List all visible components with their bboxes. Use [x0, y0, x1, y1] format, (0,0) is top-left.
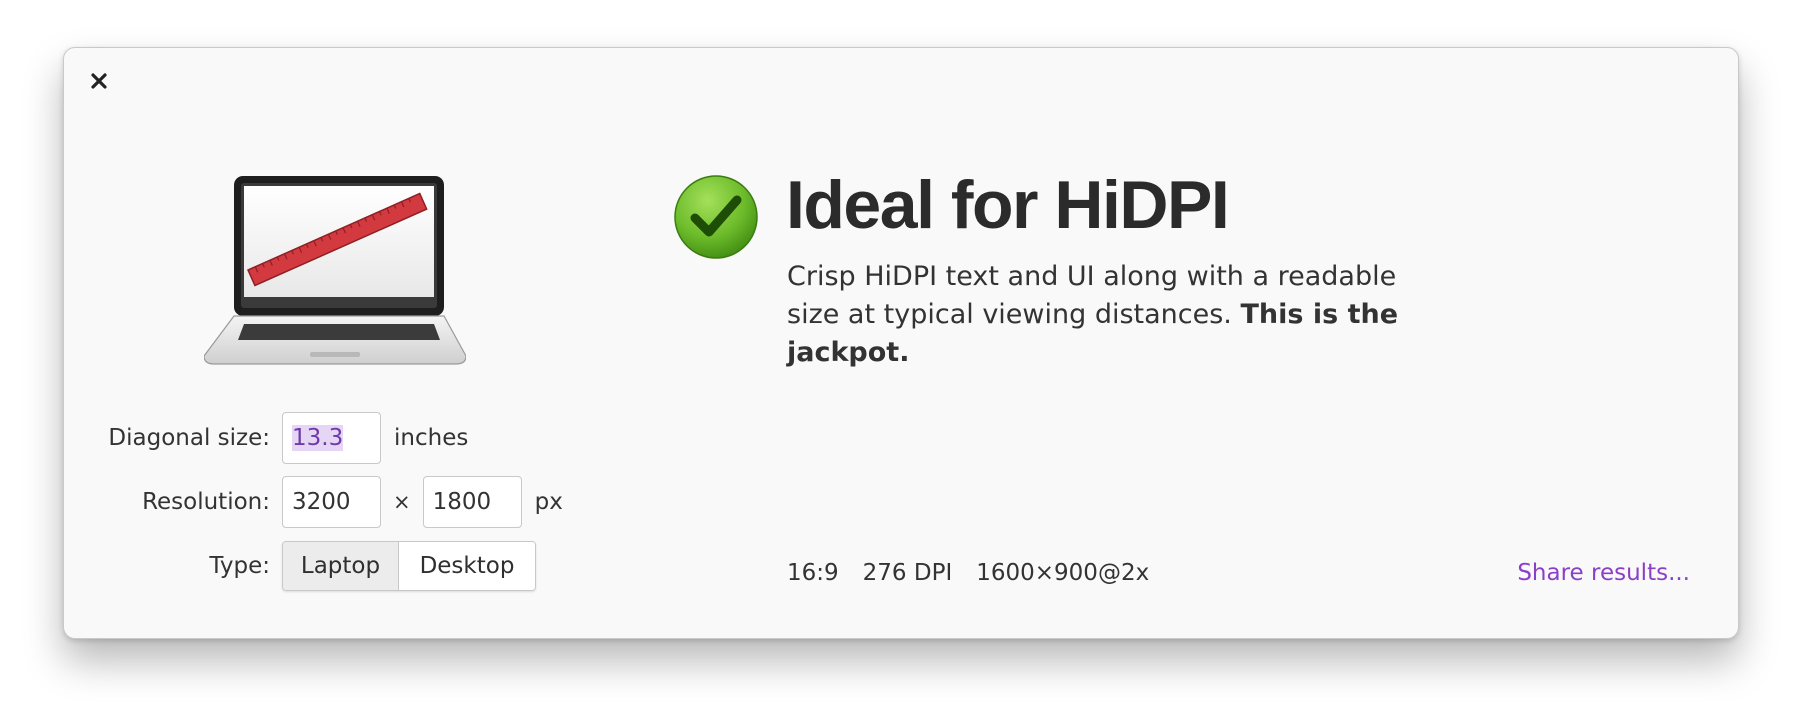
- times-sign: ×: [393, 490, 411, 514]
- resolution-label: Resolution:: [142, 489, 270, 515]
- diagonal-size-input[interactable]: 13.3: [282, 412, 381, 464]
- result-stats: 16:9 276 DPI 1600×900@2x: [787, 560, 1173, 586]
- diagonal-row: Diagonal size: 13.3 inches: [64, 412, 468, 464]
- type-row: Type: Laptop Desktop: [64, 541, 536, 591]
- diagonal-label: Diagonal size:: [108, 425, 270, 451]
- laptop-with-ruler-icon: [204, 176, 466, 365]
- resolution-width-value: 3200: [292, 489, 351, 515]
- aspect-ratio: 16:9: [787, 560, 839, 586]
- calculator-panel: Diagonal size: 13.3 inches Resolution: 3…: [63, 47, 1739, 639]
- type-laptop-button[interactable]: Laptop: [283, 542, 399, 590]
- green-checkmark-icon: [674, 175, 758, 259]
- type-label: Type:: [209, 553, 270, 579]
- resolution-height-value: 1800: [432, 489, 492, 515]
- type-segmented-control: Laptop Desktop: [282, 541, 536, 591]
- result-description: Crisp HiDPI text and UI along with a rea…: [787, 258, 1447, 372]
- share-results-link[interactable]: Share results...: [1517, 560, 1690, 586]
- result-headline: Ideal for HiDPI: [786, 167, 1230, 243]
- close-icon[interactable]: [86, 68, 112, 94]
- resolution-unit: px: [534, 489, 563, 515]
- diagonal-size-value: 13.3: [292, 425, 344, 451]
- resolution-row: Resolution: 3200 × 1800 px: [64, 476, 563, 528]
- type-desktop-button[interactable]: Desktop: [399, 542, 535, 590]
- diagonal-unit: inches: [394, 425, 469, 451]
- scaled-resolution: 1600×900@2x: [976, 560, 1150, 586]
- resolution-height-input[interactable]: 1800: [422, 476, 522, 528]
- dpi-value: 276 DPI: [862, 560, 953, 586]
- resolution-width-input[interactable]: 3200: [282, 476, 381, 528]
